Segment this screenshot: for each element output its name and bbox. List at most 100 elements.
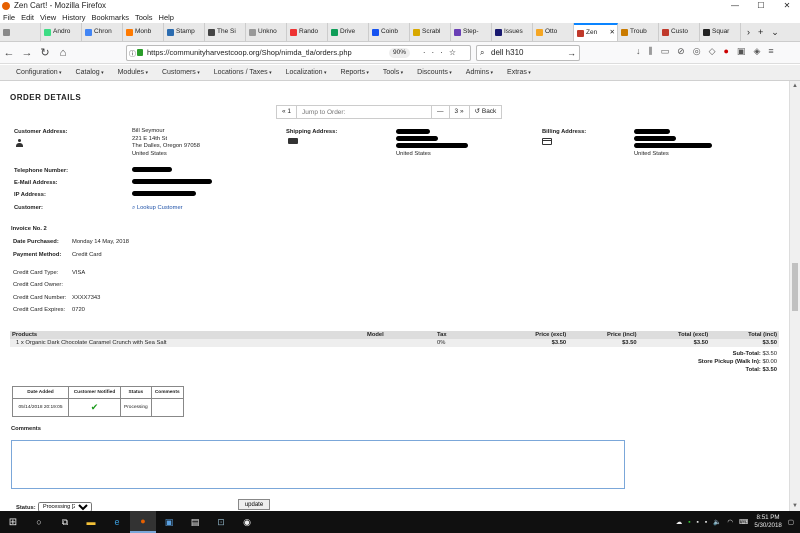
admin-menu-item-localization[interactable]: Localization ▾ [286, 65, 327, 80]
menu-help[interactable]: Help [159, 12, 174, 23]
extension-icon[interactable]: ◎ [693, 46, 701, 57]
menu-edit[interactable]: Edit [21, 12, 34, 23]
back-arrow-icon[interactable]: ← [0, 47, 18, 59]
keyboard-icon[interactable]: ⌨ [739, 518, 748, 526]
tab-0[interactable] [0, 23, 41, 41]
wifi-icon[interactable]: ◠ [727, 518, 733, 526]
menu-view[interactable]: View [40, 12, 56, 23]
sidebar-icon[interactable]: ▭ [661, 46, 670, 57]
pocket-icon[interactable]: ◇ [709, 46, 716, 57]
comments-textarea[interactable] [11, 440, 625, 489]
menu-history[interactable]: History [62, 12, 85, 23]
home-icon[interactable]: ⌂ [54, 47, 72, 59]
next-order-button[interactable]: 3 » [450, 106, 470, 118]
tab-16[interactable]: Custo [659, 23, 700, 41]
downloads-icon[interactable]: ↓ [636, 46, 641, 57]
tray-shield-icon[interactable]: ▪ [688, 519, 690, 526]
update-button[interactable]: update [238, 499, 270, 510]
search-input[interactable]: ⌕ dell h310 → [476, 45, 580, 61]
admin-menu-item-locations-taxes[interactable]: Locations / Taxes ▾ [214, 65, 272, 80]
lookup-customer-text[interactable]: Lookup Customer [137, 205, 183, 211]
cortana-icon[interactable]: ○ [26, 511, 52, 533]
admin-menu-item-discounts[interactable]: Discounts ▾ [417, 65, 452, 80]
system-clock[interactable]: 8:51 PM 5/30/2018 [754, 514, 782, 530]
file-explorer-icon[interactable]: ▬ [78, 511, 104, 533]
tab-5[interactable]: The Si [205, 23, 246, 41]
extension3-icon[interactable]: ◈ [753, 46, 760, 57]
page-actions-icon[interactable]: ···☆ [423, 46, 462, 60]
close-window-button[interactable]: ✕ [774, 0, 800, 12]
tab-13[interactable]: Otto [533, 23, 574, 41]
admin-menu-item-admins[interactable]: Admins ▾ [466, 65, 493, 80]
tab-17[interactable]: Squar [700, 23, 741, 41]
url-bar[interactable]: ⓘ https://communityharvestcoop.org/Shop/… [126, 45, 471, 61]
jump-dropdown-icon[interactable]: — [432, 106, 450, 118]
tab-2[interactable]: Chron [82, 23, 123, 41]
app-v2-icon[interactable]: ▣ [156, 511, 182, 533]
search-text[interactable]: dell h310 [491, 48, 523, 57]
app-icon[interactable]: ◉ [234, 511, 260, 533]
tray-app2-icon[interactable]: ▪ [705, 519, 707, 526]
edge-icon[interactable]: e [104, 511, 130, 533]
admin-menu-item-extras[interactable]: Extras ▾ [507, 65, 531, 80]
tab-11[interactable]: Step- [451, 23, 492, 41]
adblock-icon[interactable]: ● [723, 46, 728, 57]
info-icon[interactable]: ⓘ [129, 48, 136, 62]
task-view-icon[interactable]: ⧉ [52, 511, 78, 533]
admin-menu-item-tools[interactable]: Tools ▾ [383, 65, 403, 80]
subtotal-label: Sub-Total: [732, 351, 761, 357]
tab-3[interactable]: Monb [123, 23, 164, 41]
admin-menu-item-reports[interactable]: Reports ▾ [340, 65, 368, 80]
menu-tools[interactable]: Tools [135, 12, 153, 23]
tab-8[interactable]: Drive [328, 23, 369, 41]
lookup-customer-link[interactable]: ⌕ Lookup Customer [132, 205, 183, 212]
scroll-up-icon[interactable]: ▲ [792, 83, 798, 89]
tab-6[interactable]: Unkno [246, 23, 287, 41]
store-icon[interactable]: ▤ [182, 511, 208, 533]
notifications-icon[interactable]: ▢ [788, 518, 794, 526]
network-app-icon[interactable]: ⊡ [208, 511, 234, 533]
tray-app-icon[interactable]: ▪ [697, 519, 699, 526]
hamburger-menu-icon[interactable]: ≡ [768, 46, 773, 57]
minimize-button[interactable]: — [722, 0, 748, 12]
windows-start-icon[interactable]: ⊞ [0, 517, 26, 528]
maximize-button[interactable]: ☐ [748, 0, 774, 12]
tab-14[interactable]: Zen ✕ [574, 23, 618, 41]
firefox-taskbar-icon[interactable]: ● [130, 511, 156, 533]
admin-menu-item-configuration[interactable]: Configuration ▾ [16, 65, 62, 80]
tab-15[interactable]: Troub [618, 23, 659, 41]
extension2-icon[interactable]: ▣ [737, 46, 746, 57]
page-scrollbar[interactable]: ▲ ▼ [789, 81, 800, 511]
library-icon[interactable]: ⫼ [649, 46, 653, 57]
tab-list-icon[interactable]: ⌄ [771, 23, 779, 41]
admin-menu-item-customers[interactable]: Customers ▾ [162, 65, 200, 80]
addon-icon[interactable]: ⊘ [677, 46, 685, 57]
close-tab-icon[interactable]: ✕ [610, 25, 617, 41]
reload-icon[interactable]: ↻ [36, 46, 54, 59]
scroll-down-icon[interactable]: ▼ [792, 503, 798, 509]
tab-7[interactable]: Rando [287, 23, 328, 41]
status-select[interactable]: Processing [2] [38, 502, 92, 511]
jump-to-order-input[interactable] [297, 106, 433, 118]
admin-menu-item-catalog[interactable]: Catalog ▾ [76, 65, 104, 80]
tab-4[interactable]: Stamp [164, 23, 205, 41]
forward-arrow-icon[interactable]: → [18, 47, 36, 59]
search-go-icon[interactable]: → [567, 46, 576, 60]
menu-file[interactable]: File [3, 12, 15, 23]
tab-1[interactable]: Andro [41, 23, 82, 41]
tray-cloud-icon[interactable]: ☁ [676, 518, 683, 526]
new-tab-icon[interactable]: + [758, 23, 763, 41]
volume-icon[interactable]: 🔈 [713, 518, 721, 526]
url-text[interactable]: https://communityharvestcoop.org/Shop/ni… [147, 48, 352, 57]
menu-bookmarks[interactable]: Bookmarks [92, 12, 130, 23]
tab-scroll-right-icon[interactable]: › [747, 23, 750, 41]
tab-10[interactable]: Scrabl [410, 23, 451, 41]
page-title: Order Details [10, 93, 82, 102]
zoom-level[interactable]: 90% [389, 48, 411, 58]
tab-9[interactable]: Coinb [369, 23, 410, 41]
back-button[interactable]: ↺ Back [470, 106, 502, 118]
scrollbar-thumb[interactable] [792, 263, 798, 311]
tab-12[interactable]: Issues [492, 23, 533, 41]
prev-order-button[interactable]: « 1 [277, 106, 298, 118]
admin-menu-item-modules[interactable]: Modules ▾ [118, 65, 148, 80]
